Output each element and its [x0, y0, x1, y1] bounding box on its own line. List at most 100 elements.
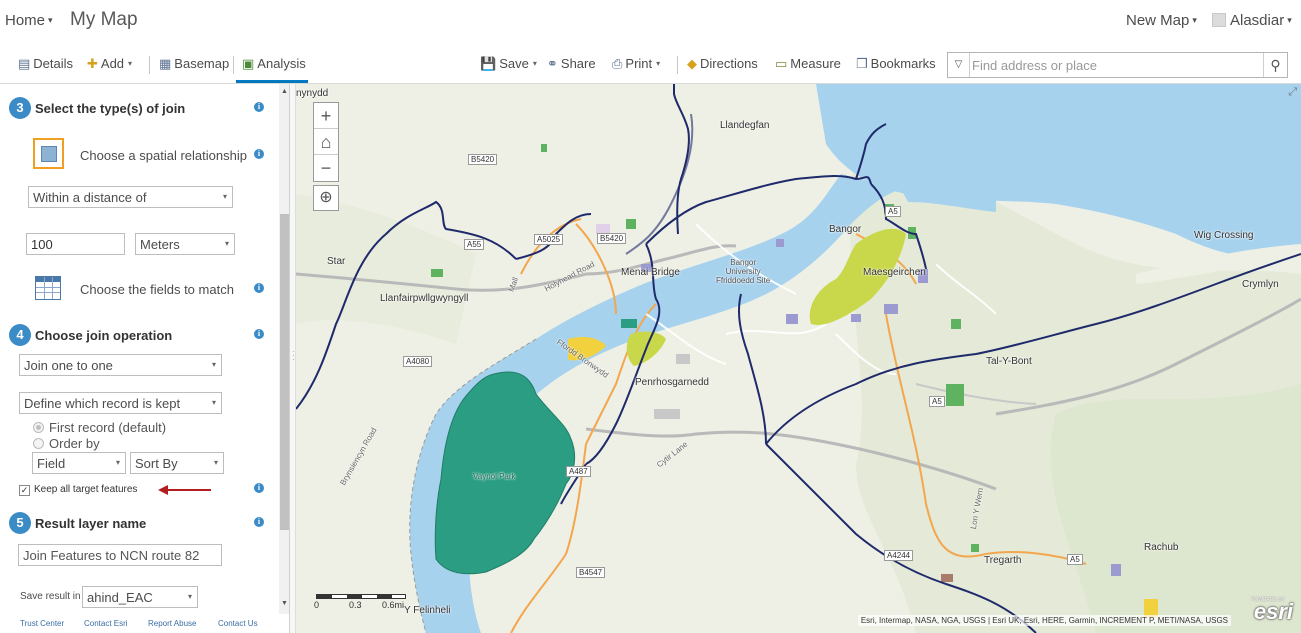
order-field-value: Field: [37, 456, 66, 471]
print-button[interactable]: ⎙ Print ▾: [612, 56, 660, 72]
measure-button[interactable]: ▭ Measure: [775, 56, 841, 72]
info-icon[interactable]: i: [254, 149, 264, 159]
units-select[interactable]: Meters ▾: [135, 233, 235, 255]
road-shield: A4244: [884, 550, 914, 561]
scroll-up-icon[interactable]: ▲: [281, 88, 288, 95]
save-result-label: Save result in: [20, 591, 81, 602]
sort-by-value: Sort By: [135, 456, 178, 471]
esri-logo[interactable]: esri: [1254, 599, 1293, 625]
units-value: Meters: [140, 237, 180, 252]
map-attribution[interactable]: Esri, Intermap, NASA, NGA, USGS | Esri U…: [857, 615, 1231, 626]
keep-all-checkbox[interactable]: ✓: [19, 485, 30, 496]
place-label: Y Felinheli: [404, 605, 451, 616]
user-name[interactable]: Alasdiar: [1230, 12, 1284, 29]
scale-label: 0.6mi: [382, 600, 405, 610]
chevron-down-icon: ▾: [187, 592, 192, 601]
basemap-icon: ▦: [159, 56, 172, 71]
save-label: Save: [499, 56, 529, 71]
place-label: Wig Crossing: [1194, 230, 1254, 241]
home-label[interactable]: Home: [5, 12, 45, 29]
place-label: Llandegfan: [720, 120, 770, 131]
toolbar-divider: [149, 56, 150, 74]
result-layer-name-input[interactable]: Join Features to NCN route 82: [18, 544, 222, 566]
zoom-out-button[interactable]: −: [314, 155, 338, 181]
scrollbar-thumb[interactable]: [280, 214, 289, 530]
footer-links: Trust Center Contact Esri Report Abuse C…: [0, 616, 289, 633]
locate-icon[interactable]: ⊕: [313, 185, 339, 211]
chevron-down-icon: ▾: [532, 59, 537, 68]
analysis-label: Analysis: [257, 56, 306, 71]
analysis-button[interactable]: ▣ Analysis: [242, 56, 306, 72]
analysis-panel: 3 Select the type(s) of join i Choose a …: [0, 84, 290, 633]
order-field-select[interactable]: Field ▾: [32, 452, 126, 474]
place-label: Crymlyn: [1242, 279, 1279, 290]
save-icon: 💾: [480, 56, 497, 71]
relationship-select[interactable]: Within a distance of ▾: [28, 186, 233, 208]
scale-label: 0: [314, 600, 320, 610]
top-header: Home ▾ My Map New Map ▾ Alasdiar ▾: [0, 0, 1301, 44]
expand-icon[interactable]: ⤢: [1288, 86, 1297, 99]
share-label: Share: [560, 56, 596, 71]
new-map-menu[interactable]: New Map ▾: [1126, 12, 1197, 29]
place-label: nynydd: [296, 88, 329, 99]
info-icon[interactable]: i: [254, 283, 264, 293]
splitter-grip-icon[interactable]: · · ·: [292, 348, 295, 364]
new-map-label[interactable]: New Map: [1126, 12, 1189, 29]
user-menu[interactable]: Alasdiar ▾: [1212, 12, 1292, 29]
footer-link-contact-esri[interactable]: Contact Esri: [84, 619, 128, 628]
zoom-in-button[interactable]: +: [314, 103, 338, 129]
step-3-badge: 3: [9, 97, 31, 119]
scroll-down-icon[interactable]: ▼: [281, 600, 288, 607]
place-label: Llanfairpwllgwyngyll: [380, 293, 469, 304]
road-shield: A5: [1067, 554, 1083, 565]
place-label: Star: [327, 256, 346, 267]
sort-by-select[interactable]: Sort By ▾: [130, 452, 224, 474]
bookmarks-button[interactable]: ❒ Bookmarks: [856, 56, 936, 72]
basemap-label: Basemap: [174, 56, 230, 71]
map-view[interactable]: Llandegfan Bangor Maesgeirchen Wig Cross…: [296, 84, 1301, 633]
spatial-relationship-icon[interactable]: [33, 138, 64, 169]
step-4-title: Choose join operation: [35, 328, 173, 343]
chevron-down-icon: ▾: [1192, 15, 1197, 25]
record-kept-select[interactable]: Define which record is kept ▾: [19, 392, 222, 414]
step-5-badge: 5: [9, 512, 31, 534]
road-shield: A4080: [403, 356, 433, 367]
info-icon[interactable]: i: [254, 102, 264, 112]
add-button[interactable]: ✚ Add ▾: [87, 56, 132, 72]
order-by-radio[interactable]: [33, 438, 44, 449]
home-menu[interactable]: Home ▾: [5, 12, 53, 29]
join-operation-select[interactable]: Join one to one ▾: [19, 354, 222, 376]
place-label: Rachub: [1144, 542, 1179, 553]
search-input[interactable]: [972, 55, 1258, 75]
footer-link-trust[interactable]: Trust Center: [20, 619, 64, 628]
road-shield: A5025: [534, 234, 564, 245]
order-by-label: Order by: [49, 436, 100, 451]
chevron-down-icon: ▾: [222, 192, 227, 201]
save-folder-select[interactable]: ahind_EAC ▾: [82, 586, 198, 608]
first-record-radio[interactable]: [33, 422, 44, 433]
footer-link-contact-us[interactable]: Contact Us: [218, 619, 258, 628]
place-label: Bangor University Ffriddoedd Site: [716, 258, 771, 285]
share-button[interactable]: ⚭ Share: [547, 56, 596, 72]
add-label: Add: [100, 56, 125, 71]
save-button[interactable]: 💾 Save ▾: [480, 56, 537, 72]
fields-table-icon[interactable]: [35, 276, 61, 300]
step-4-badge: 4: [9, 324, 31, 346]
search-icon[interactable]: ⚲: [1263, 53, 1287, 77]
info-icon[interactable]: i: [254, 517, 264, 527]
place-label: Maesgeirchen: [863, 267, 926, 278]
home-icon[interactable]: ⌂: [314, 129, 338, 155]
details-button[interactable]: ▤ Details: [18, 56, 73, 72]
distance-input[interactable]: 100: [26, 233, 125, 255]
search-source-dropdown[interactable]: ▽: [948, 53, 970, 77]
directions-icon: ◆: [687, 56, 697, 71]
basemap-button[interactable]: ▦ Basemap: [159, 56, 229, 72]
directions-button[interactable]: ◆ Directions: [687, 56, 758, 72]
measure-icon: ▭: [775, 56, 788, 71]
place-label: Vaynol Park: [473, 472, 516, 481]
info-icon[interactable]: i: [254, 329, 264, 339]
chevron-down-icon: ▾: [128, 59, 133, 68]
footer-link-report-abuse[interactable]: Report Abuse: [148, 619, 196, 628]
info-icon[interactable]: i: [254, 483, 264, 493]
save-folder-value: ahind_EAC: [87, 590, 153, 605]
